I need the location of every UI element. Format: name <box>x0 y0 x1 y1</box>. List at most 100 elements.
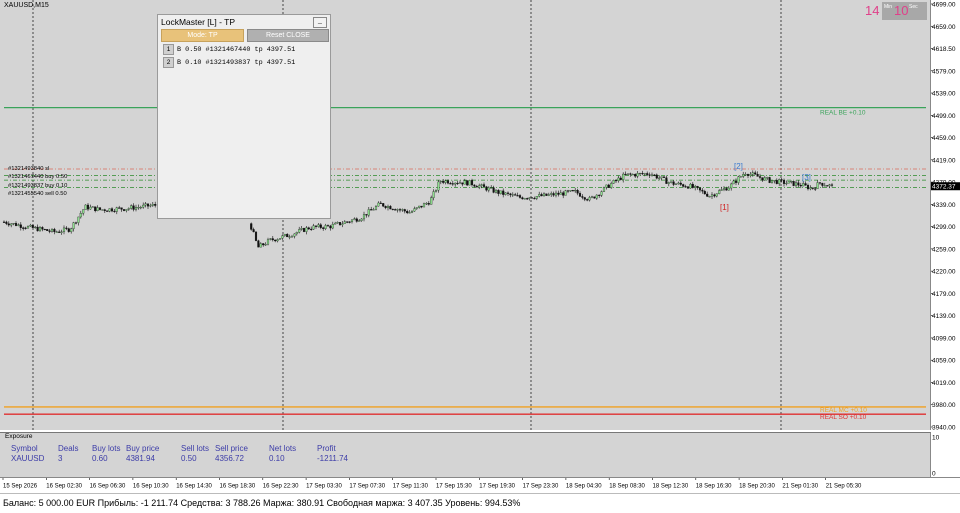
candle-body <box>79 213 82 218</box>
lockmaster-order-row[interactable]: 1B 0.50 #1321467440 tp 4397.51 <box>163 44 295 55</box>
candle-body <box>379 202 382 204</box>
candle-body <box>691 183 694 188</box>
candle-body <box>281 235 284 239</box>
candle-body <box>82 209 85 214</box>
candle-body <box>310 228 313 230</box>
candle-body <box>679 182 682 185</box>
candle-body <box>446 180 450 184</box>
time-scale[interactable]: 15 Sep 2026 16 Sep 02:30 16 Sep 06:30 16 Se… <box>0 477 960 492</box>
exposure-value-buy-price: 4381.94 <box>126 454 155 463</box>
candle-body <box>494 189 498 193</box>
candle-body <box>629 173 632 175</box>
candle-body <box>384 206 387 209</box>
candle-body <box>624 173 627 176</box>
candle-body <box>144 203 147 206</box>
candle-body <box>574 190 577 192</box>
candle-body <box>569 190 572 192</box>
candle-body <box>545 193 548 196</box>
level-label: REAL MC +0.10 <box>820 407 867 414</box>
candle-body <box>730 183 733 189</box>
timer-min-label: Min <box>884 4 893 10</box>
chart-canvas[interactable]: REAL BE +0.10 REAL MC +0.10REAL SO +0.10 #… <box>0 0 930 430</box>
candle-body <box>605 184 608 188</box>
price-chart[interactable]: REAL BE +0.10 REAL MC +0.10 REAL SO +0.10 #… <box>0 0 931 430</box>
candle-body <box>298 229 301 233</box>
candle-body <box>737 176 740 183</box>
lockmaster-order-row[interactable]: 2B 0.10 #1321493837 tp 4397.51 <box>163 57 296 68</box>
candle-body <box>269 238 272 240</box>
candle-body <box>355 218 358 222</box>
time-tick-label: 16 Sep 10:30 <box>133 484 169 490</box>
candle-body <box>7 223 10 226</box>
candle-body <box>62 227 66 233</box>
candle-body <box>662 176 666 178</box>
time-tick-label: 17 Sep 19:30 <box>479 484 515 490</box>
candle-body <box>149 205 152 207</box>
candle-body <box>586 199 589 201</box>
order-text: B 0.10 #1321493837 tp 4397.51 <box>177 59 296 67</box>
candle-body <box>521 197 524 200</box>
account-status-bar: Баланс: 5 000.00 EUR Прибыль: -1 211.74 … <box>0 493 960 513</box>
candle-body <box>778 179 781 184</box>
candle-body <box>804 183 807 186</box>
candle-body <box>343 221 346 224</box>
candle-body <box>372 209 375 211</box>
candle-body <box>74 222 78 224</box>
candle-body <box>53 228 56 233</box>
candle-body <box>427 203 430 205</box>
candle-body <box>530 197 534 199</box>
order-index[interactable]: 2 <box>163 57 174 68</box>
candle-body <box>626 173 630 175</box>
candle-body <box>610 183 613 188</box>
candle-body <box>358 220 361 222</box>
exposure-value-buy-lots: 0.60 <box>92 454 108 463</box>
candle-body <box>110 208 114 212</box>
candle-body <box>547 194 550 196</box>
candle-body <box>322 227 325 229</box>
candle-body <box>619 177 622 180</box>
candle-body <box>830 184 834 186</box>
candle-body <box>288 236 291 238</box>
candle-body <box>631 174 634 176</box>
time-tick-label: 16 Sep 14:30 <box>176 484 212 490</box>
candle-body <box>262 243 265 246</box>
candle-body <box>386 205 390 209</box>
candle-body <box>576 190 579 194</box>
lockmaster-panel[interactable]: LockMaster [L] - TP _ Mode: TP Reset CLO… <box>157 14 331 219</box>
candle-body <box>432 191 435 198</box>
candle-body <box>790 181 793 183</box>
candle-body <box>648 174 651 176</box>
candle-body <box>425 203 428 205</box>
candle-body <box>684 186 687 188</box>
candle-body <box>146 203 150 207</box>
candle-body <box>271 238 274 241</box>
candle-body <box>329 225 332 229</box>
reset-close-button[interactable]: Reset CLOSE <box>247 29 329 42</box>
candle-body <box>353 218 356 221</box>
candle-body <box>816 182 819 189</box>
candle-body <box>821 182 824 186</box>
candle-body <box>38 227 42 232</box>
candle-body <box>319 224 322 228</box>
exposure-header-sell-price: Sell price <box>215 444 248 453</box>
mode-tp-button[interactable]: Mode: TP <box>161 29 244 42</box>
candle-body <box>108 208 111 212</box>
order-index[interactable]: 1 <box>163 44 174 55</box>
candle-body <box>86 204 90 210</box>
time-tick-label: 17 Sep 23:30 <box>523 484 559 490</box>
exposure-subwindow: Exposure Symbol Deals Buy lots Buy price… <box>0 432 931 477</box>
candle-body <box>732 180 735 185</box>
candle-body <box>55 231 58 233</box>
candle-body <box>499 190 502 194</box>
candle-body <box>348 221 351 223</box>
candle-body <box>252 229 255 233</box>
candle-body <box>115 207 118 212</box>
candle-body <box>413 208 416 212</box>
candle-body <box>706 193 709 197</box>
minimize-button[interactable]: _ <box>313 17 327 28</box>
price-scale[interactable]: 4699.00 4659.00 4618.50 4579.00 4539.00 4499.… <box>931 0 960 477</box>
candle-body <box>67 228 70 232</box>
time-tick-label: 17 Sep 11:30 <box>393 484 429 490</box>
candle-timer: 14 Min Sec 10 <box>862 2 930 20</box>
candle-body <box>595 194 598 199</box>
